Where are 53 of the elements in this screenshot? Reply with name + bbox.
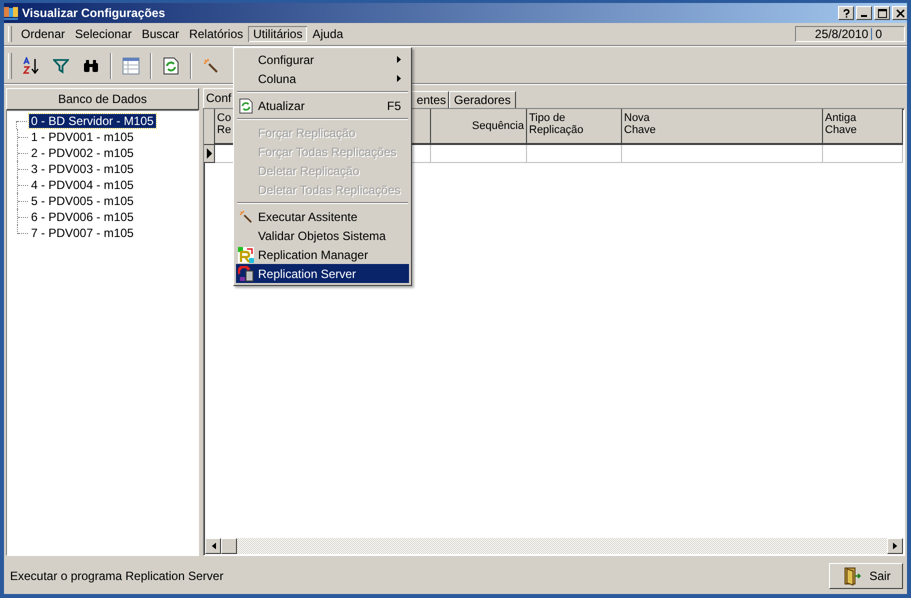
tree-item[interactable]: 6 - PDV006 - m105 bbox=[29, 210, 136, 224]
column-header[interactable]: Antiga Chave bbox=[823, 109, 903, 145]
column-header[interactable]: Sequência bbox=[431, 109, 527, 145]
menu-item[interactable]: Ajuda bbox=[307, 26, 348, 42]
minimize-button[interactable] bbox=[856, 6, 872, 20]
scroll-right-button[interactable] bbox=[887, 538, 903, 554]
date-text: 25/8/2010 bbox=[814, 27, 868, 41]
scroll-left-button[interactable] bbox=[205, 538, 221, 554]
left-arrow-icon bbox=[210, 542, 216, 550]
menu-item[interactable]: Selecionar bbox=[70, 26, 137, 42]
wand-icon bbox=[239, 210, 253, 224]
panel-header-button[interactable]: Banco de Dados bbox=[6, 88, 199, 110]
app-icon bbox=[4, 5, 19, 21]
menu-item[interactable]: Coluna bbox=[236, 69, 409, 88]
scroll-thumb[interactable] bbox=[221, 538, 237, 554]
maximize-button[interactable] bbox=[874, 6, 890, 20]
exit-button[interactable]: Sair bbox=[829, 563, 903, 589]
menu-item[interactable]: Ordenar bbox=[16, 26, 70, 42]
menu-item[interactable]: Replication Server bbox=[236, 264, 409, 283]
submenu-arrow-icon bbox=[397, 75, 401, 82]
help-button[interactable] bbox=[838, 6, 854, 20]
tree-item[interactable]: 2 - PDV002 - m105 bbox=[29, 146, 136, 160]
menu-item[interactable]: Utilitários bbox=[248, 26, 308, 42]
menu-item[interactable]: Replication Manager bbox=[236, 245, 409, 264]
tree-item[interactable]: 3 - PDV003 - m105 bbox=[29, 162, 136, 176]
tree-item[interactable]: 5 - PDV005 - m105 bbox=[29, 194, 136, 208]
count-text: 0 bbox=[875, 27, 882, 41]
right-arrow-icon bbox=[892, 542, 898, 550]
menu-item[interactable]: Configurar bbox=[236, 50, 409, 69]
menu-item[interactable]: Validar Objetos Sistema bbox=[236, 226, 409, 245]
menu-item[interactable]: Relatórios bbox=[184, 26, 248, 42]
refresh-icon bbox=[239, 98, 253, 114]
tree-item[interactable]: 7 - PDV007 - m105 bbox=[29, 226, 136, 240]
maximize-icon bbox=[878, 8, 886, 18]
window-title: Visualizar Configurações bbox=[22, 6, 166, 20]
close-icon bbox=[896, 8, 904, 18]
server-icon bbox=[238, 266, 254, 282]
tree-item[interactable]: 1 - PDV001 - m105 bbox=[29, 130, 136, 144]
column-header[interactable]: Nova Chave bbox=[622, 109, 823, 145]
tree-item[interactable]: 0 - BD Servidor - M105 bbox=[29, 114, 156, 128]
menu-item[interactable]: Atualizar F5 bbox=[236, 96, 409, 115]
help-icon bbox=[842, 8, 850, 18]
submenu-arrow-icon bbox=[397, 56, 401, 63]
r-letter-icon bbox=[238, 246, 254, 262]
horizontal-scrollbar[interactable] bbox=[205, 538, 903, 554]
minimize-icon bbox=[861, 15, 867, 17]
tree-item[interactable]: 4 - PDV004 - m105 bbox=[29, 178, 136, 192]
column-header[interactable]: Tipo de Replicação bbox=[527, 109, 622, 145]
close-button[interactable] bbox=[892, 6, 907, 20]
status-text: Executar o programa Replication Server bbox=[10, 569, 224, 583]
menu-item[interactable]: Executar Assitente bbox=[236, 207, 409, 226]
menu-item[interactable]: Buscar bbox=[136, 26, 184, 42]
row-indicator-icon bbox=[204, 145, 215, 163]
